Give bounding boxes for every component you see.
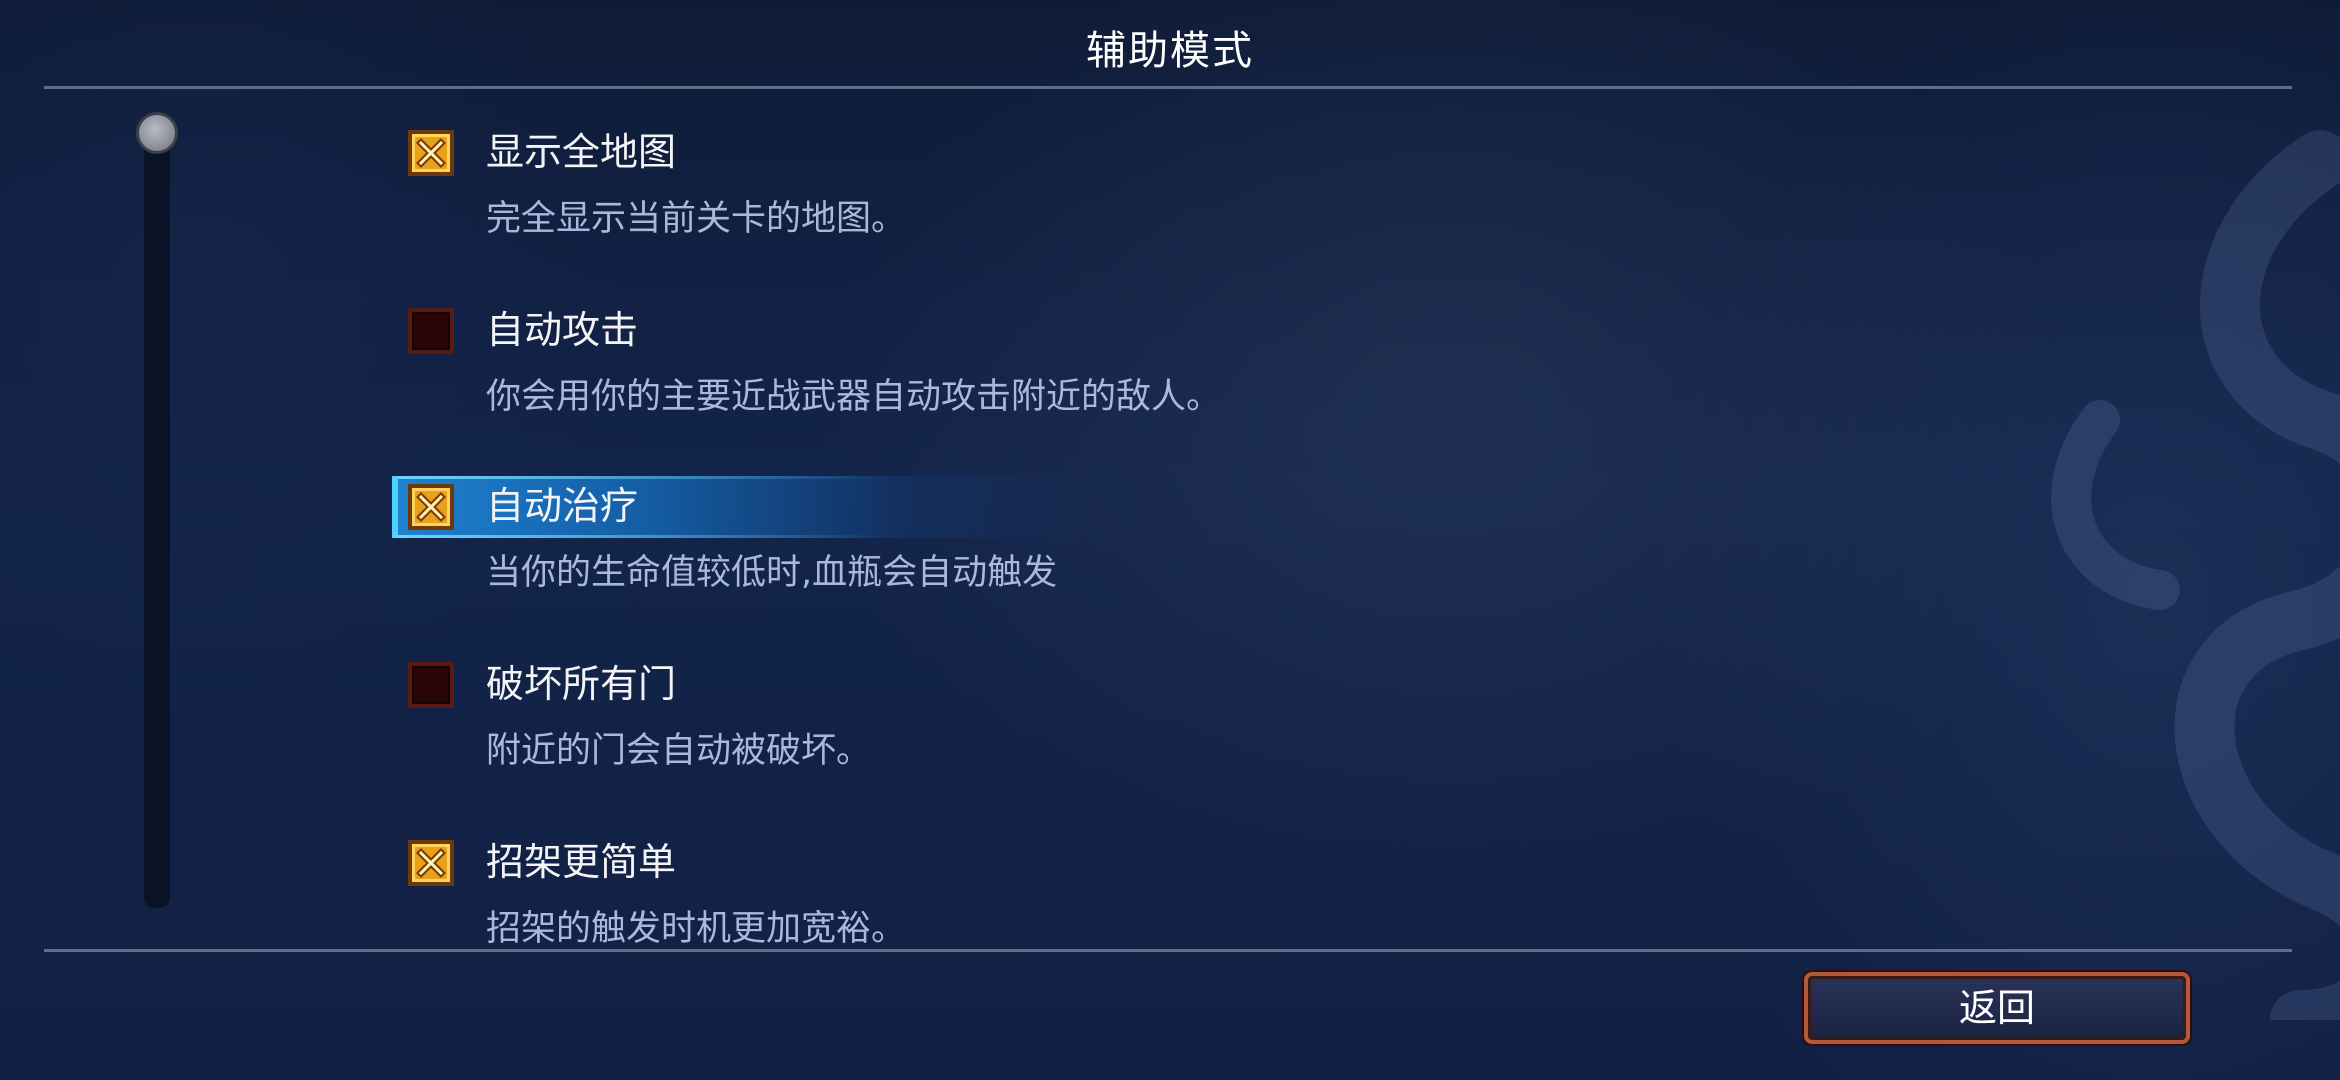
option-label: 自动治疗 xyxy=(486,484,639,528)
header-divider xyxy=(44,86,2292,89)
option-show-full-map[interactable]: 显示全地图 完全显示当前关卡的地图。 xyxy=(408,122,1708,244)
option-description: 完全显示当前关卡的地图。 xyxy=(486,199,907,239)
option-easier-parry[interactable]: 招架更简单 招架的触发时机更加宽裕。 xyxy=(408,832,1708,954)
option-description: 招架的触发时机更加宽裕。 xyxy=(486,909,907,949)
option-description: 你会用你的主要近战武器自动攻击附近的敌人。 xyxy=(486,377,1222,417)
checkbox-unchecked-icon[interactable] xyxy=(408,662,454,708)
checkbox-checked-icon[interactable] xyxy=(408,840,454,886)
option-break-all-doors[interactable]: 破坏所有门 附近的门会自动被破坏。 xyxy=(408,654,1708,776)
scrollbar-thumb[interactable] xyxy=(136,112,178,154)
checkbox-checked-icon[interactable] xyxy=(408,130,454,176)
option-label: 招架更简单 xyxy=(486,840,677,884)
option-description: 附近的门会自动被破坏。 xyxy=(486,731,872,771)
back-button[interactable]: 返回 xyxy=(1804,972,2190,1044)
footer-divider xyxy=(44,949,2292,952)
background-swirl-decoration xyxy=(2051,130,2340,1020)
assist-mode-screen: 辅助模式 显示全地图 完全显示当前关卡的地图。 自动攻击 你会用你的主要近战武器… xyxy=(0,0,2340,1080)
option-label: 破坏所有门 xyxy=(486,662,677,706)
scrollbar-track[interactable] xyxy=(144,136,170,908)
checkbox-checked-icon[interactable] xyxy=(408,484,454,530)
option-auto-heal[interactable]: 自动治疗 当你的生命值较低时,血瓶会自动触发 xyxy=(392,476,1708,598)
page-title: 辅助模式 xyxy=(1086,28,1254,74)
option-label: 自动攻击 xyxy=(486,308,639,352)
checkbox-unchecked-icon[interactable] xyxy=(408,308,454,354)
option-label: 显示全地图 xyxy=(486,130,677,174)
option-auto-attack[interactable]: 自动攻击 你会用你的主要近战武器自动攻击附近的敌人。 xyxy=(408,300,1708,422)
option-description: 当你的生命值较低时,血瓶会自动触发 xyxy=(486,553,1058,593)
